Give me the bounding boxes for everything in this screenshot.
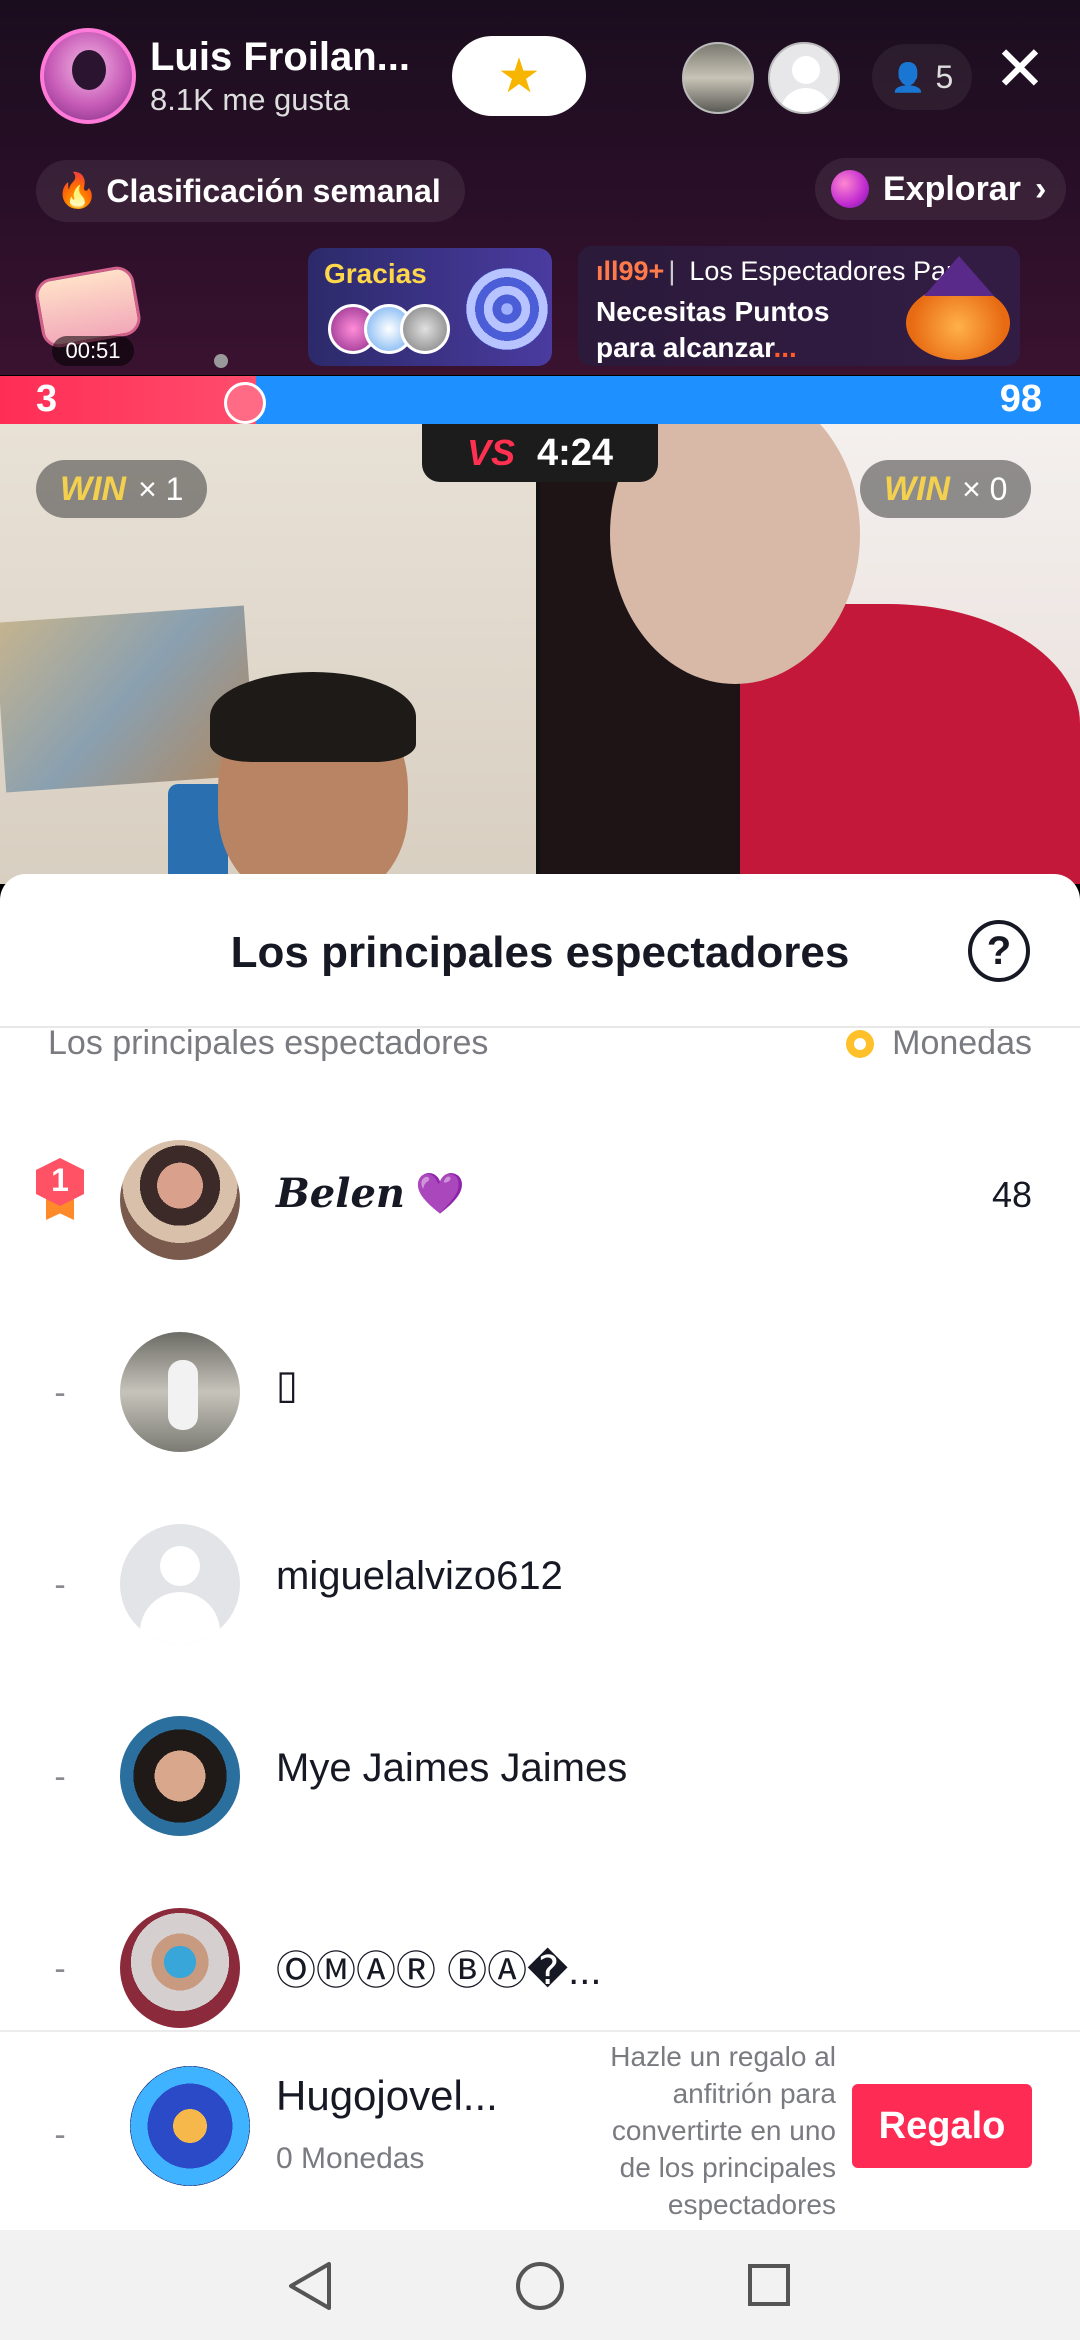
promo-count: 99+ [618, 256, 665, 286]
host-text: Luis Froilan... 8.1K me gusta [150, 33, 410, 119]
supporter-avatar [400, 304, 450, 354]
close-icon[interactable]: ✕ [990, 39, 1050, 101]
viewer-count-value: 5 [935, 58, 954, 95]
battle-score-bar: 3 98 [0, 376, 1080, 424]
my-name: Hugojovel... [276, 2072, 498, 2119]
win-label: WIN [884, 469, 951, 508]
avatar[interactable] [120, 1140, 240, 1260]
viewer-name[interactable]: Mye Jaimes Jaimes [276, 1746, 627, 1791]
live-header: Luis Froilan... 8.1K me gusta ★ 👤 5 ✕ 🔥 … [0, 0, 1080, 375]
recent-apps-icon[interactable] [746, 2262, 792, 2308]
battle-score-right: 98 [999, 378, 1042, 420]
list-item[interactable]: 1 Belen 💜 48 [0, 1104, 1080, 1296]
promo-line-2-text: para alcanzar [596, 332, 774, 363]
viewer-rank: - [54, 1374, 66, 1412]
help-icon[interactable]: ? [968, 920, 1030, 982]
viewer-name[interactable]: miguelalvizo612 [276, 1554, 563, 1599]
left-win-badge: WIN × 1 [36, 460, 208, 518]
viewer-coins: 48 [991, 1174, 1032, 1215]
host-name: Luis Froilan... [150, 35, 411, 79]
weekly-ranking-chip[interactable]: 🔥 Clasificación semanal [36, 160, 465, 222]
my-rank-row: - Hugojovel... 0 Monedas Hazle un regalo… [0, 2030, 1080, 2230]
avatar[interactable] [120, 1524, 240, 1644]
gracias-title: Gracias [324, 258, 427, 289]
promo-header: ıll99+ | Los Espectadores Par [596, 256, 955, 287]
gift-hint: Hazle un regalo al anfitrión para conver… [610, 2041, 836, 2220]
win-count: × 1 [138, 470, 184, 507]
page-indicator-dot [214, 354, 228, 368]
viewer-rank: - [54, 1566, 66, 1604]
top-viewer-avatar[interactable] [768, 42, 840, 114]
viewer-rank: - [54, 1758, 66, 1796]
win-count: × 0 [962, 470, 1008, 507]
signal-icon: ıll [596, 256, 619, 286]
column-header-coins-label: Monedas [892, 1024, 1032, 1062]
viewer-name[interactable]: ▯ [276, 1362, 298, 1408]
weekly-ranking-label: Clasificación semanal [106, 172, 441, 209]
viewer-rank: - [54, 1950, 66, 1988]
viewer-name[interactable]: Belen 💜 [276, 1170, 465, 1217]
treasure-chest[interactable]: 00:51 [32, 248, 146, 366]
promo-line-2: para alcanzar... [596, 332, 797, 364]
explore-label: Explorar [883, 169, 1021, 208]
purple-heart-icon: 💜 [414, 1170, 465, 1217]
coin-icon [846, 1029, 875, 1058]
viewer-count[interactable]: 👤 5 [872, 44, 972, 110]
promo-line-1: Necesitas Puntos [596, 296, 830, 327]
my-avatar[interactable] [130, 2066, 250, 2186]
home-icon[interactable] [514, 2260, 566, 2312]
viewer-name-text: Belen [276, 1170, 405, 1217]
host-likes: 8.1K me gusta [150, 82, 350, 117]
target-icon [466, 268, 548, 350]
my-rank: - [54, 2116, 66, 2154]
host-avatar[interactable] [40, 28, 136, 124]
system-navigation-bar [0, 2230, 1080, 2340]
star-icon: ★ [497, 50, 541, 103]
win-label: WIN [60, 469, 127, 508]
avatar[interactable] [120, 1716, 240, 1836]
my-coins: 0 Monedas [276, 2142, 425, 2175]
medal-rank: 1 [51, 1162, 69, 1198]
rank-1-medal-icon: 1 [36, 1158, 84, 1220]
top-viewer-avatar[interactable] [682, 42, 754, 114]
host-profile[interactable]: Luis Froilan... 8.1K me gusta [40, 28, 410, 124]
list-item[interactable]: - Mye Jaimes Jaimes [0, 1680, 1080, 1872]
promo-separator: | [668, 256, 676, 286]
explore-chip[interactable]: Explorar › [815, 158, 1067, 220]
vs-icon: VS [466, 432, 515, 473]
list-item[interactable]: - ▯ [0, 1296, 1080, 1488]
person-icon: 👤 [890, 61, 926, 93]
promo-ellipsis: ... [773, 332, 797, 363]
planet-icon [831, 170, 869, 208]
streamer-hair [210, 672, 416, 762]
back-icon[interactable] [285, 2260, 335, 2312]
column-header-coins: Monedas [846, 1024, 1032, 1063]
battle-timer-value: 4:24 [536, 431, 614, 474]
sheet-title: Los principales espectadores [230, 928, 850, 977]
pumpkin-icon [906, 286, 1010, 360]
right-win-badge: WIN × 0 [860, 460, 1032, 518]
follow-button[interactable]: ★ [452, 36, 586, 116]
viewer-name[interactable]: ⓄⓂⒶⓇ ⒷⒶ�... [276, 1938, 601, 1996]
column-header-viewers: Los principales espectadores [48, 1024, 489, 1062]
list-item[interactable]: - miguelalvizo612 [0, 1488, 1080, 1680]
gracias-card[interactable]: Gracias [308, 248, 552, 366]
avatar[interactable] [120, 1908, 240, 2028]
gift-button[interactable]: Regalo [852, 2084, 1032, 2168]
flame-icon: 🔥 [56, 172, 99, 210]
promo-tag: Los Espectadores Par [689, 256, 955, 286]
battle-score-left: 3 [36, 378, 58, 420]
chest-timer: 00:51 [52, 336, 134, 366]
battle-timer: VS 4:24 [422, 424, 658, 482]
avatar[interactable] [120, 1332, 240, 1452]
chevron-right-icon: › [1034, 169, 1047, 208]
viewers-promo-card[interactable]: ıll99+ | Los Espectadores Par Necesitas Pu… [578, 246, 1020, 366]
